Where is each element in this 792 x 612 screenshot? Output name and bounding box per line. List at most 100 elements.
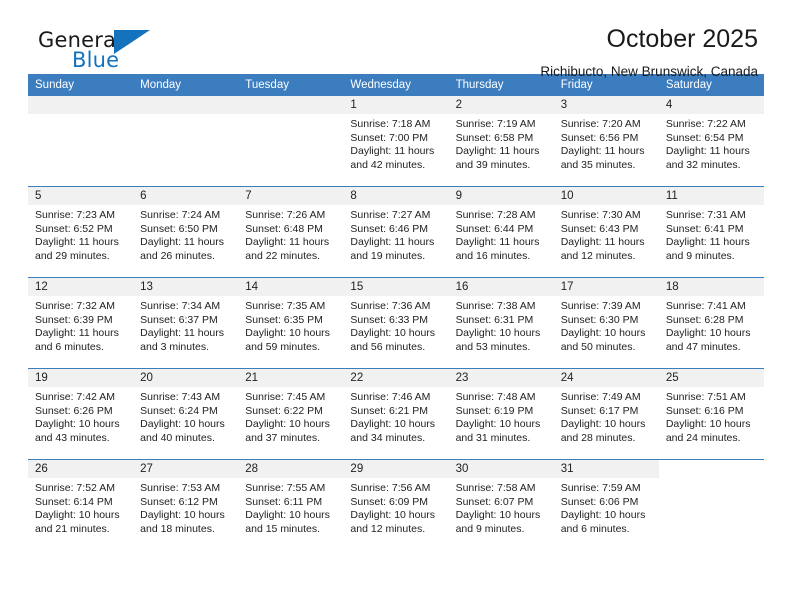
calendar-day-cell[interactable]: 29 Sunrise: 7:56 AM Sunset: 6:09 PM Dayligh… [343,459,449,550]
calendar-day-cell[interactable]: 31 Sunrise: 7:59 AM Sunset: 6:06 PM Dayligh… [553,459,659,550]
general-blue-logo[interactable]: General Blue [38,28,178,76]
day-events: Sunrise: 7:41 AM Sunset: 6:28 PM Daylight:… [659,296,764,354]
day-events: Sunrise: 7:23 AM Sunset: 6:52 PM Daylight:… [28,205,133,263]
sunrise-text: Sunrise: 7:59 AM [560,482,641,494]
sunset-text: Sunset: 6:31 PM [455,313,534,326]
day-number: 28 [238,460,344,478]
day-number: 18 [658,278,764,296]
calendar-day-cell[interactable]: 2 Sunrise: 7:19 AM Sunset: 6:58 PM Daylight… [448,96,554,187]
daylight-text: Daylight: 11 hours and 3 minutes. [140,327,224,353]
day-cell-inner: 24 Sunrise: 7:49 AM Sunset: 6:17 PM Dayligh… [553,369,659,458]
day-number: 23 [448,369,554,387]
calendar-day-cell[interactable]: 23 Sunrise: 7:48 AM Sunset: 6:19 PM Dayligh… [448,368,554,460]
calendar-day-cell[interactable]: 16 Sunrise: 7:38 AM Sunset: 6:31 PM Dayligh… [448,277,554,369]
day-events: Sunrise: 7:43 AM Sunset: 6:24 PM Daylight:… [133,387,238,445]
daylight-text: Daylight: 10 hours and 12 minutes. [350,509,436,535]
day-number: 11 [658,187,764,205]
day-number: 24 [553,369,659,387]
day-events: Sunrise: 7:20 AM Sunset: 6:56 PM Daylight:… [554,114,659,172]
sunrise-text: Sunrise: 7:20 AM [560,118,641,130]
calendar-day-cell[interactable]: 26 Sunrise: 7:52 AM Sunset: 6:14 PM Dayligh… [28,459,134,550]
day-events: Sunrise: 7:49 AM Sunset: 6:17 PM Daylight:… [554,387,659,445]
calendar-day-cell[interactable]: 28 Sunrise: 7:55 AM Sunset: 6:11 PM Dayligh… [238,459,344,550]
day-events: Sunrise: 7:26 AM Sunset: 6:48 PM Daylight:… [238,205,343,263]
sunrise-text: Sunrise: 7:56 AM [350,482,431,494]
sunset-text: Sunset: 6:50 PM [140,222,218,235]
calendar-day-cell[interactable]: 12 Sunrise: 7:32 AM Sunset: 6:39 PM Dayligh… [28,277,134,369]
day-cell-inner: 13 Sunrise: 7:34 AM Sunset: 6:37 PM Dayligh… [133,278,239,367]
sunrise-text: Sunrise: 7:26 AM [245,209,326,221]
calendar-day-cell[interactable]: 15 Sunrise: 7:36 AM Sunset: 6:33 PM Dayligh… [343,277,449,369]
calendar-day-cell[interactable]: 19 Sunrise: 7:42 AM Sunset: 6:26 PM Dayligh… [28,368,134,460]
daylight-text: Daylight: 11 hours and 16 minutes. [455,236,540,262]
sunset-text: Sunset: 6:54 PM [665,131,744,144]
weekday-header-wednesday: Wednesday [343,74,449,96]
sunrise-text: Sunrise: 7:55 AM [245,482,326,494]
calendar-day-cell[interactable]: 30 Sunrise: 7:58 AM Sunset: 6:07 PM Dayligh… [448,459,554,550]
sunrise-text: Sunrise: 7:48 AM [455,391,536,403]
day-events: Sunrise: 7:24 AM Sunset: 6:50 PM Daylight:… [133,205,238,263]
sunrise-text: Sunrise: 7:22 AM [665,118,746,130]
day-cell-inner: 31 Sunrise: 7:59 AM Sunset: 6:06 PM Dayligh… [553,460,659,549]
day-number: 27 [133,460,239,478]
calendar-day-cell[interactable]: 7 Sunrise: 7:26 AM Sunset: 6:48 PM Daylight… [238,186,344,278]
day-cell-inner [28,96,134,185]
daylight-text: Daylight: 11 hours and 35 minutes. [560,145,645,171]
calendar-day-cell[interactable]: 11 Sunrise: 7:31 AM Sunset: 6:41 PM Dayligh… [658,186,764,278]
calendar-day-cell[interactable]: 22 Sunrise: 7:46 AM Sunset: 6:21 PM Dayligh… [343,368,449,460]
day-cell-inner: 7 Sunrise: 7:26 AM Sunset: 6:48 PM Daylight… [238,187,344,276]
calendar-day-cell[interactable]: 1 Sunrise: 7:18 AM Sunset: 7:00 PM Daylight… [343,96,449,187]
weekday-header-tuesday: Tuesday [238,74,344,96]
day-number: 7 [238,187,344,205]
calendar-day-cell[interactable]: 4 Sunrise: 7:22 AM Sunset: 6:54 PM Daylight… [658,96,764,187]
day-cell-inner: 11 Sunrise: 7:31 AM Sunset: 6:41 PM Dayligh… [658,187,764,276]
day-number: 3 [553,96,659,114]
sunset-text: Sunset: 6:24 PM [140,404,218,417]
day-cell-inner: 20 Sunrise: 7:43 AM Sunset: 6:24 PM Dayligh… [133,369,239,458]
calendar-day-cell[interactable]: 13 Sunrise: 7:34 AM Sunset: 6:37 PM Dayligh… [133,277,239,369]
calendar-day-cell[interactable]: 24 Sunrise: 7:49 AM Sunset: 6:17 PM Dayligh… [553,368,659,460]
sunrise-text: Sunrise: 7:45 AM [245,391,326,403]
calendar-day-cell[interactable]: 27 Sunrise: 7:53 AM Sunset: 6:12 PM Dayligh… [133,459,239,550]
day-cell-inner: 4 Sunrise: 7:22 AM Sunset: 6:54 PM Daylight… [658,96,764,185]
day-cell-inner: 1 Sunrise: 7:18 AM Sunset: 7:00 PM Daylight… [343,96,449,185]
calendar-day-cell[interactable]: 3 Sunrise: 7:20 AM Sunset: 6:56 PM Daylight… [553,96,659,187]
day-events: Sunrise: 7:30 AM Sunset: 6:43 PM Daylight:… [554,205,659,263]
calendar-day-cell[interactable]: 18 Sunrise: 7:41 AM Sunset: 6:28 PM Dayligh… [658,277,764,369]
sunrise-text: Sunrise: 7:34 AM [140,300,221,312]
sunrise-text: Sunrise: 7:36 AM [350,300,431,312]
calendar-day-cell[interactable]: 9 Sunrise: 7:28 AM Sunset: 6:44 PM Daylight… [448,186,554,278]
day-number [133,96,239,114]
daylight-text: Daylight: 11 hours and 19 minutes. [350,236,435,262]
daylight-text: Daylight: 10 hours and 21 minutes. [35,509,120,535]
day-number: 16 [448,278,554,296]
day-number: 25 [658,369,764,387]
day-cell-inner: 12 Sunrise: 7:32 AM Sunset: 6:39 PM Dayligh… [28,278,134,367]
sunset-text: Sunset: 6:33 PM [350,313,429,326]
sunrise-text: Sunrise: 7:27 AM [350,209,431,221]
sunrise-text: Sunrise: 7:18 AM [350,118,431,130]
sunrise-text: Sunrise: 7:28 AM [455,209,536,221]
calendar-day-cell[interactable]: 6 Sunrise: 7:24 AM Sunset: 6:50 PM Daylight… [133,186,239,278]
sunset-text: Sunset: 6:44 PM [455,222,534,235]
daylight-text: Daylight: 10 hours and 53 minutes. [455,327,541,353]
day-cell-inner: 8 Sunrise: 7:27 AM Sunset: 6:46 PM Daylight… [343,187,449,276]
calendar-day-cell[interactable]: 8 Sunrise: 7:27 AM Sunset: 6:46 PM Daylight… [343,186,449,278]
weekday-header-monday: Monday [133,74,239,96]
daylight-text: Daylight: 10 hours and 28 minutes. [560,418,646,444]
calendar-day-cell[interactable]: 25 Sunrise: 7:51 AM Sunset: 6:16 PM Dayligh… [658,368,764,460]
day-number: 17 [553,278,659,296]
calendar-day-cell[interactable]: 10 Sunrise: 7:30 AM Sunset: 6:43 PM Dayligh… [553,186,659,278]
sunrise-text: Sunrise: 7:49 AM [560,391,641,403]
day-number: 12 [28,278,134,296]
day-events: Sunrise: 7:46 AM Sunset: 6:21 PM Daylight:… [343,387,448,445]
blue-triangle-icon [114,30,150,54]
calendar-day-cell[interactable]: 5 Sunrise: 7:23 AM Sunset: 6:52 PM Daylight… [28,186,134,278]
calendar-day-cell[interactable]: 14 Sunrise: 7:35 AM Sunset: 6:35 PM Dayligh… [238,277,344,369]
page-header: General Blue October 2025 Richibucto, Ne… [28,0,764,79]
calendar-day-cell[interactable]: 21 Sunrise: 7:45 AM Sunset: 6:22 PM Dayligh… [238,368,344,460]
calendar-day-cell[interactable]: 20 Sunrise: 7:43 AM Sunset: 6:24 PM Dayligh… [133,368,239,460]
calendar-day-cell[interactable]: 17 Sunrise: 7:39 AM Sunset: 6:30 PM Dayligh… [553,277,659,369]
daylight-text: Daylight: 11 hours and 22 minutes. [245,236,330,262]
day-cell-inner: 16 Sunrise: 7:38 AM Sunset: 6:31 PM Dayligh… [448,278,554,367]
